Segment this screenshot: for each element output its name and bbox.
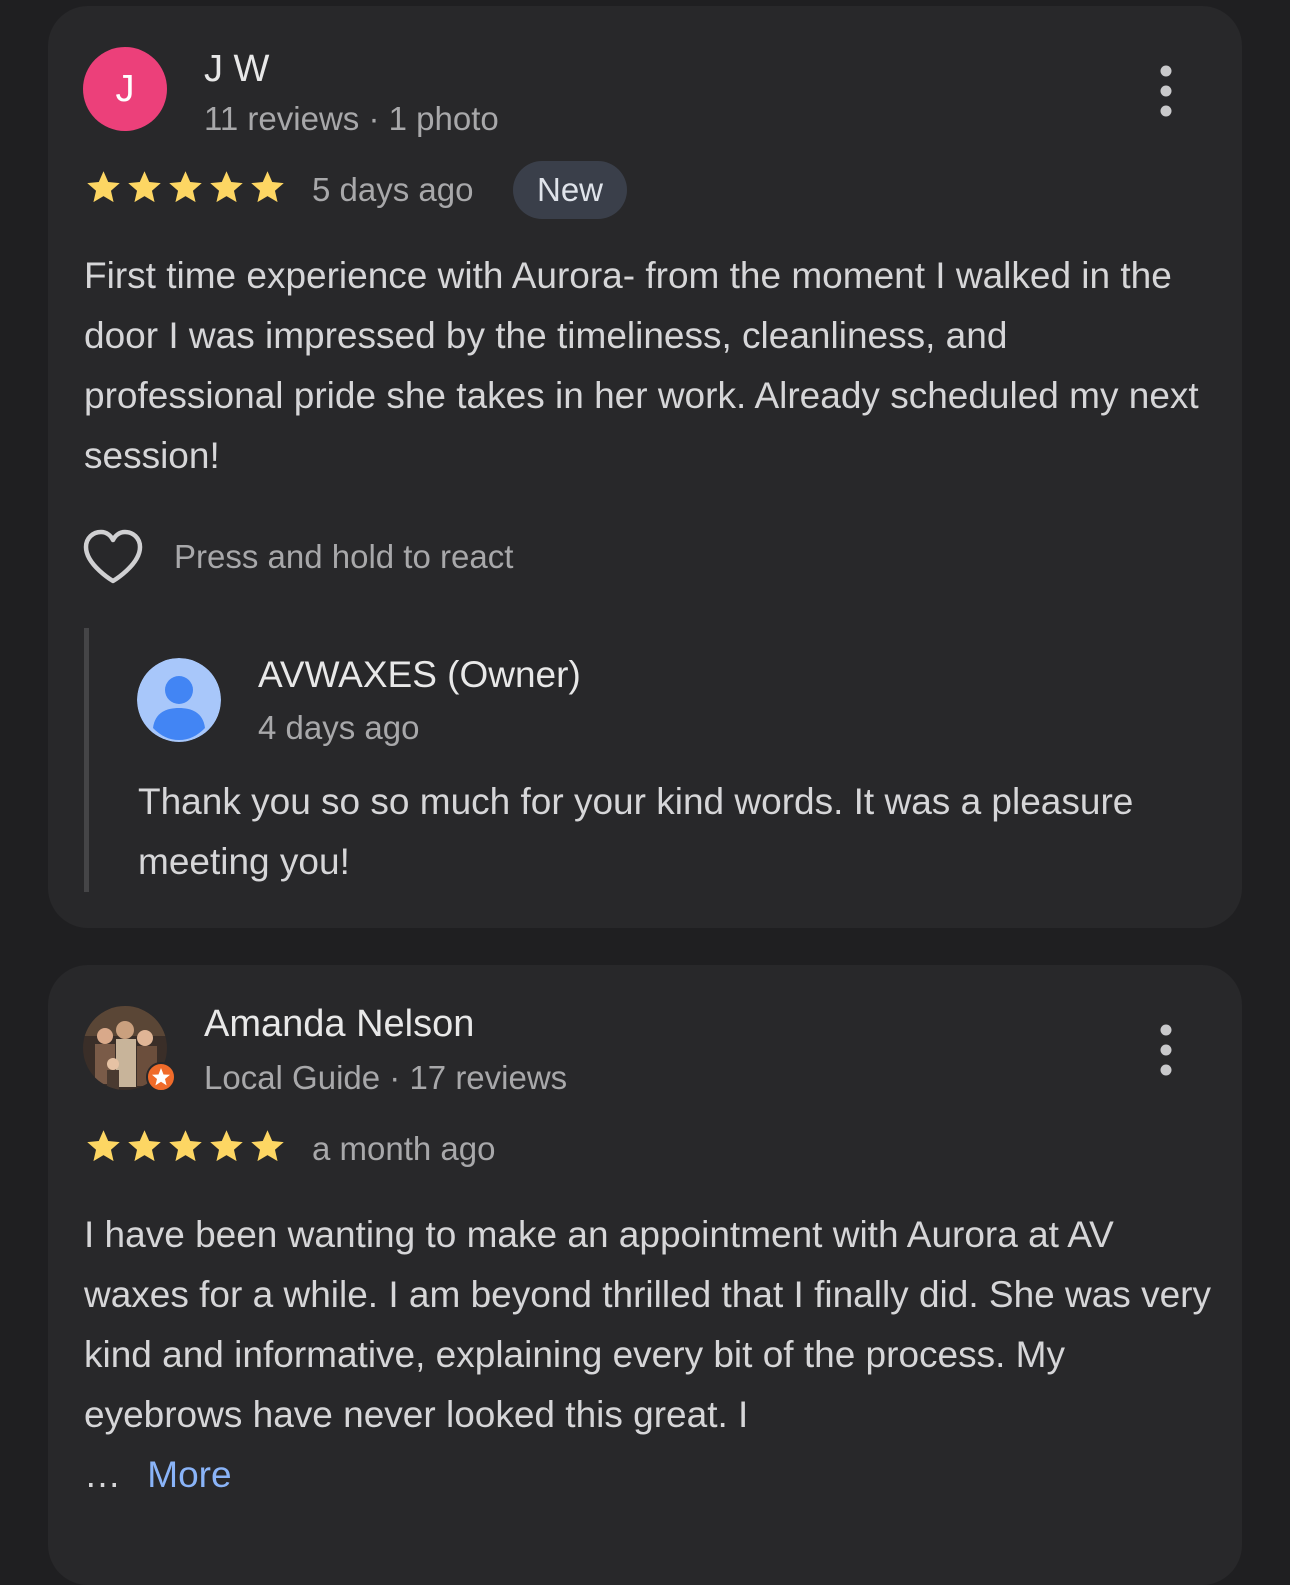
react-label: Press and hold to react [174,538,514,575]
star-icon [128,1130,161,1162]
star-icon [251,1130,284,1162]
local-guide-badge-icon [146,1062,176,1092]
reply-divider [84,628,89,892]
heart-outline-icon[interactable] [82,529,144,585]
review-text: First time experience with Aurora- from … [84,255,1199,476]
review-date: 5 days ago [312,171,474,208]
star-rating [84,1127,287,1166]
star-icon [87,1130,120,1162]
star-icon [128,171,161,203]
kebab-menu-icon[interactable] [1146,61,1186,121]
kebab-menu-icon[interactable] [1146,1020,1186,1080]
reviewer-name[interactable]: Amanda Nelson [204,1003,474,1046]
review-card: J J W 11 reviews · 1 photo 5 days ago Ne… [48,6,1242,928]
star-rating [84,168,287,207]
reviewer-meta: 11 reviews · 1 photo [204,100,499,137]
reviewer-meta: Local Guide · 17 reviews [204,1059,568,1096]
user-avatar-icon [137,658,221,742]
more-link[interactable]: More [147,1454,231,1495]
star-icon [169,171,202,203]
review-date: a month ago [312,1130,496,1167]
reviewer-name[interactable]: J W [204,48,269,91]
new-badge: New [513,161,628,219]
star-icon [169,1130,202,1162]
owner-reply-date: 4 days ago [258,709,420,746]
react-button[interactable]: Press and hold to react [82,529,513,585]
owner-name: AVWAXES (Owner) [258,654,581,695]
star-icon [251,171,284,203]
truncation-ellipsis: … [84,1454,121,1495]
review-text-content: I have been wanting to make an appointme… [84,1214,1211,1435]
star-icon [87,171,120,203]
review-text: I have been wanting to make an appointme… [84,1205,1214,1505]
star-icon [210,171,243,203]
reviewer-avatar[interactable]: J [83,47,167,131]
review-card: Amanda Nelson Local Guide · 17 reviews a… [48,965,1242,1585]
owner-reply-text: Thank you so so much for your kind words… [138,781,1134,882]
star-icon [210,1130,243,1162]
